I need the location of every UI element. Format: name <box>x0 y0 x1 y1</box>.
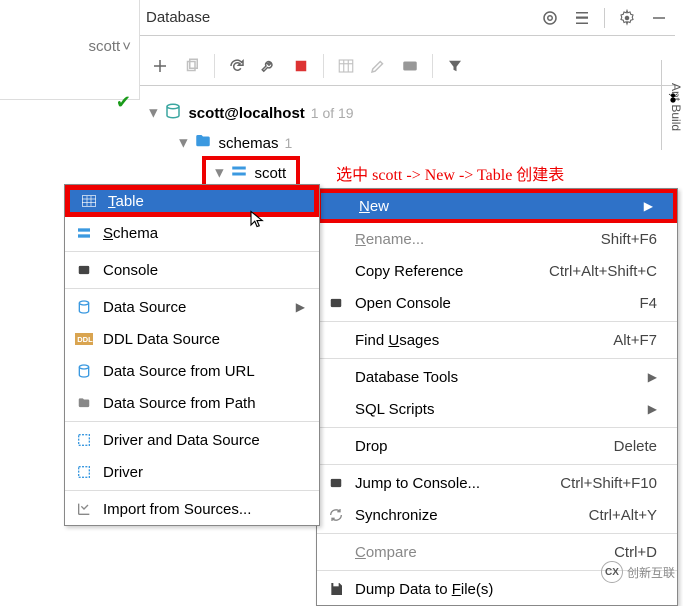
add-icon[interactable] <box>150 56 170 76</box>
console-icon <box>325 296 347 310</box>
chevron-right-icon: ▶ <box>296 300 305 314</box>
datasource-name: scott@localhost <box>188 105 304 122</box>
menu-driver-datasource[interactable]: Driver and Data Source <box>65 424 319 456</box>
chevron-right-icon: ▶ <box>644 199 653 213</box>
expand-icon[interactable]: ▶ <box>178 139 191 147</box>
console-icon <box>73 263 95 277</box>
panel-title: Database <box>146 9 210 26</box>
menu-ddl-datasource[interactable]: DDL DDL Data Source <box>65 323 319 355</box>
expand-icon[interactable]: ▶ <box>148 109 161 117</box>
menu-datasource[interactable]: Data Source ▶ <box>65 291 319 323</box>
schema-icon <box>73 225 95 241</box>
menu-rename[interactable]: Rename... Shift+F6 <box>317 223 677 255</box>
annotation: 选中 scott -> New -> Table 创建表 <box>336 161 564 185</box>
datasource-icon <box>73 299 95 315</box>
database-tree[interactable]: ▶ scott@localhost 1 of 19 ▶ schemas 1 ▶ … <box>150 98 675 188</box>
filter-icon[interactable] <box>445 56 465 76</box>
sync-icon <box>325 507 347 523</box>
settings-icon[interactable] <box>617 8 637 28</box>
menu-datasource-url[interactable]: Data Source from URL <box>65 355 319 387</box>
user-dropdown[interactable]: scott ˅ <box>89 38 131 55</box>
datasource-icon <box>73 363 95 379</box>
watermark: CX 创新互联 <box>601 561 675 583</box>
menu-table[interactable]: Table <box>65 185 319 217</box>
toolbar <box>140 46 675 86</box>
copy-icon[interactable] <box>182 56 202 76</box>
menu-console[interactable]: Console <box>65 254 319 286</box>
cursor-icon <box>248 210 266 228</box>
user-label: scott <box>89 38 121 55</box>
folder-icon <box>194 132 212 154</box>
menu-open-console[interactable]: Open Console F4 <box>317 287 677 319</box>
target-icon[interactable] <box>540 8 560 28</box>
menu-schema[interactable]: Schema <box>65 217 319 249</box>
logo-icon: CX <box>601 561 623 583</box>
stop-icon[interactable] <box>291 56 311 76</box>
menu-driver[interactable]: Driver <box>65 456 319 488</box>
table-icon <box>78 193 100 209</box>
menu-datasource-path[interactable]: Data Source from Path <box>65 387 319 419</box>
chevron-down-icon: ˅ <box>122 38 131 55</box>
driver-icon <box>73 432 95 448</box>
folder-icon <box>73 396 95 410</box>
chevron-right-icon: ▶ <box>648 402 657 416</box>
schemas-label: schemas <box>218 135 278 152</box>
menu-copy-reference[interactable]: Copy Reference Ctrl+Alt+Shift+C <box>317 255 677 287</box>
menu-jump-console[interactable]: Jump to Console... Ctrl+Shift+F10 <box>317 467 677 499</box>
tree-schemas-row[interactable]: ▶ schemas 1 <box>150 128 675 158</box>
chevron-right-icon: ▶ <box>648 370 657 384</box>
table-icon[interactable] <box>336 56 356 76</box>
menu-database-tools[interactable]: Database Tools ▶ <box>317 361 677 393</box>
minimize-icon[interactable] <box>649 8 669 28</box>
menu-sql-scripts[interactable]: SQL Scripts ▶ <box>317 393 677 425</box>
menu-synchronize[interactable]: Synchronize Ctrl+Alt+Y <box>317 499 677 531</box>
check-icon: ✔ <box>116 92 131 113</box>
sql-icon[interactable] <box>400 56 420 76</box>
menu-import-sources[interactable]: Import from Sources... <box>65 493 319 525</box>
save-icon <box>325 581 347 597</box>
menu-drop[interactable]: Drop Delete <box>317 430 677 462</box>
menu-new[interactable]: New ▶ <box>317 189 677 223</box>
console-icon <box>325 476 347 490</box>
schema-icon <box>230 162 248 184</box>
tree-datasource-row[interactable]: ▶ scott@localhost 1 of 19 <box>150 98 675 128</box>
refresh-icon[interactable] <box>227 56 247 76</box>
import-icon <box>73 501 95 517</box>
ddl-icon: DDL <box>73 333 95 345</box>
expand-icon[interactable]: ▶ <box>214 169 227 177</box>
collapse-icon[interactable] <box>572 8 592 28</box>
datasource-count: 1 of 19 <box>311 105 354 121</box>
driver-icon <box>73 464 95 480</box>
titlebar: Database <box>140 6 675 36</box>
left-panel: scott ˅ ✔ <box>0 0 140 100</box>
wrench-icon[interactable] <box>259 56 279 76</box>
schema-name: scott <box>254 165 286 182</box>
edit-icon[interactable] <box>368 56 388 76</box>
svg-text:DDL: DDL <box>77 335 93 344</box>
schemas-count: 1 <box>285 135 293 151</box>
new-submenu[interactable]: Table Schema Console Data Source ▶ DDL D… <box>64 184 320 526</box>
database-icon <box>164 102 182 124</box>
context-menu[interactable]: New ▶ Rename... Shift+F6 Copy Reference … <box>316 188 678 606</box>
menu-find-usages[interactable]: Find Usages Alt+F7 <box>317 324 677 356</box>
